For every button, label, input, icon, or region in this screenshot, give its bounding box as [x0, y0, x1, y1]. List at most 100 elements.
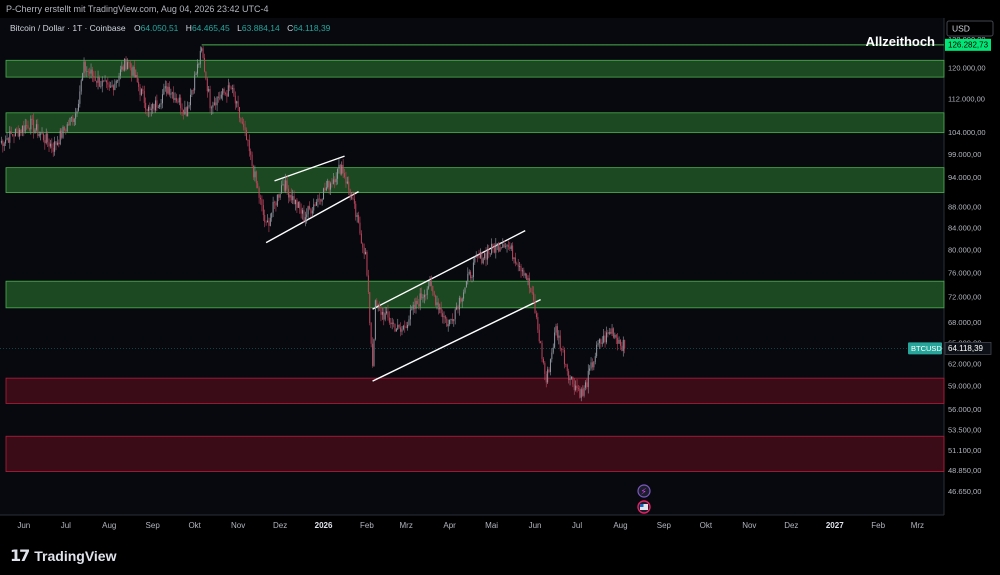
candle-body — [355, 203, 357, 217]
tradingview-logo[interactable]: 𝟭𝟳 TradingView — [10, 546, 116, 566]
candle-body — [471, 277, 473, 279]
candle-body — [170, 93, 172, 95]
candle-body — [122, 66, 124, 71]
candle-body — [474, 257, 476, 263]
candle-body — [182, 109, 184, 114]
candle-body — [26, 125, 28, 126]
resistance-zone-2 — [5, 112, 945, 134]
candle-body — [31, 118, 33, 120]
candle-body — [180, 97, 182, 109]
candle-body — [138, 82, 140, 87]
candle-body — [181, 108, 183, 110]
time-tick-label: 2027 — [826, 521, 844, 530]
candle-body — [323, 188, 325, 200]
candle-body — [330, 183, 332, 190]
candle-body — [570, 376, 572, 379]
candle-body — [281, 185, 283, 194]
candle-body — [227, 85, 229, 97]
candle-body — [533, 292, 535, 301]
candle-body — [128, 62, 130, 63]
price-chart[interactable]: 128.000,00120.000,00112.000,00104.000,00… — [0, 0, 1000, 575]
candle-body — [13, 135, 15, 137]
candle-body — [573, 384, 575, 391]
candle-body — [70, 117, 72, 118]
candle-body — [310, 208, 312, 214]
candle-body — [132, 66, 134, 76]
candle-body — [524, 273, 526, 276]
candle-body — [299, 202, 301, 209]
candle-body — [591, 362, 593, 368]
candle-body — [506, 245, 508, 247]
time-tick-label: Nov — [231, 521, 245, 530]
candle-body — [440, 307, 442, 314]
candle-body — [479, 252, 481, 258]
candle-body — [38, 134, 40, 136]
candle-body — [239, 107, 240, 119]
time-tick-label: 2026 — [315, 521, 333, 530]
candle-body — [604, 335, 606, 343]
candle-body — [146, 109, 148, 111]
candle-body — [324, 188, 326, 191]
price-axis-background — [944, 18, 1000, 515]
currency-badge[interactable]: USD — [946, 20, 994, 37]
candle-body — [610, 331, 612, 334]
candle-body — [313, 204, 315, 211]
candle-body — [520, 266, 522, 272]
candle-body — [485, 253, 487, 260]
candle-body — [453, 319, 455, 322]
candle-body — [230, 87, 232, 89]
candle-body — [145, 102, 147, 110]
candle-body — [272, 201, 274, 213]
candle-body — [478, 256, 480, 258]
candle-body — [394, 323, 396, 332]
candle-body — [562, 349, 564, 350]
candle-body — [542, 358, 544, 363]
candle-body — [98, 77, 100, 87]
candle-body — [482, 258, 484, 264]
candle-body — [341, 164, 343, 174]
candle-body — [457, 306, 459, 310]
time-tick-label: Mai — [485, 521, 498, 530]
ath-price-label: 126.282,73 — [948, 41, 989, 50]
candle-body — [404, 325, 406, 327]
last-price-value: 64.118,39 — [948, 344, 984, 353]
price-tick-label: 76.000,00 — [948, 268, 981, 277]
candle-body — [136, 75, 138, 83]
support-zone-5 — [5, 377, 945, 404]
candle-body — [321, 199, 323, 202]
candle-body — [244, 127, 246, 131]
candle-body — [135, 75, 137, 78]
candle-body — [79, 91, 81, 104]
candle-body — [587, 370, 589, 388]
candle-body — [384, 313, 386, 320]
candle-body — [258, 188, 260, 198]
candle-body — [89, 71, 91, 74]
candle-body — [566, 364, 568, 372]
candle-body — [218, 96, 219, 98]
candle-body — [293, 196, 295, 205]
candle-body — [447, 324, 449, 327]
candle-body — [528, 278, 530, 289]
candle-body — [621, 345, 623, 352]
time-tick-label: Feb — [360, 521, 374, 530]
candle-body — [435, 295, 437, 305]
candle-body — [234, 95, 236, 104]
candle-body — [80, 80, 82, 92]
candle-body — [260, 197, 262, 200]
candle-body — [369, 292, 371, 324]
candle-body — [446, 318, 448, 327]
candle-body — [526, 273, 528, 280]
candle-body — [353, 198, 355, 204]
candle-body — [209, 88, 211, 109]
time-tick-label: Okt — [700, 521, 713, 530]
candle-body — [374, 300, 376, 340]
candle-body — [297, 202, 299, 208]
candle-body — [558, 335, 560, 338]
flag-icon-canton — [640, 504, 644, 507]
candle-body — [243, 123, 245, 128]
legend-symbol: Bitcoin / Dollar · 1T · Coinbase — [10, 23, 126, 33]
candle-body — [360, 233, 362, 244]
candle-body — [261, 199, 263, 206]
candle-body — [489, 253, 491, 255]
candle-body — [332, 179, 334, 184]
